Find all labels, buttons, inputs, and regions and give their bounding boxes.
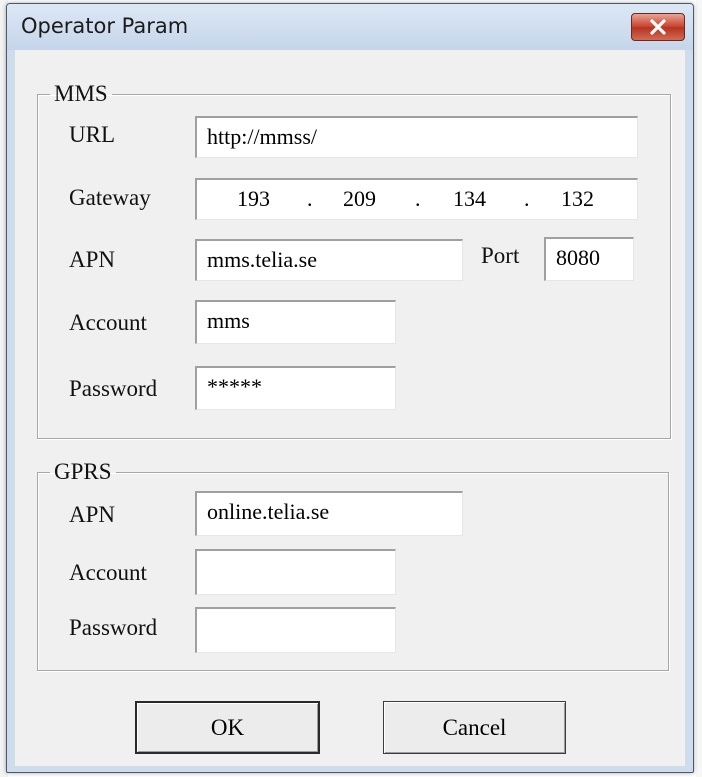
mms-apn-input[interactable]: mms.telia.se — [195, 239, 463, 281]
mms-account-label: Account — [69, 310, 147, 335]
close-button[interactable] — [631, 13, 685, 41]
gprs-group-legend: GPRS — [54, 459, 112, 484]
ok-button[interactable]: OK — [135, 701, 320, 754]
gprs-apn-label: APN — [69, 502, 116, 527]
operator-param-dialog: Operator Param MMS URL http://mmss/ Gate… — [6, 3, 694, 773]
gateway-dot-2: . — [415, 186, 421, 211]
cancel-button[interactable]: Cancel — [383, 701, 566, 754]
dialog-client-area: MMS URL http://mmss/ Gateway 193 . 209 .… — [15, 50, 685, 766]
mms-gateway-label: Gateway — [69, 185, 151, 210]
gprs-account-label: Account — [69, 560, 147, 585]
mms-group-legend: MMS — [54, 81, 108, 106]
mms-gateway-ip-input[interactable]: 193 . 209 . 134 . 132 — [195, 178, 638, 220]
gateway-octet-2[interactable]: 209 — [343, 180, 376, 218]
title-bar[interactable]: Operator Param — [7, 4, 693, 50]
mms-account-input[interactable]: mms — [195, 300, 396, 344]
mms-apn-label: APN — [69, 247, 116, 272]
gateway-octet-4[interactable]: 132 — [561, 180, 594, 218]
window-title: Operator Param — [21, 14, 189, 38]
gateway-dot-1: . — [307, 186, 313, 211]
mms-port-label: Port — [481, 243, 520, 268]
mms-url-input[interactable]: http://mmss/ — [195, 116, 638, 158]
mms-password-input[interactable]: ***** — [195, 366, 396, 410]
mms-url-label: URL — [69, 122, 115, 147]
gprs-password-input[interactable] — [195, 607, 396, 653]
gprs-apn-input[interactable]: online.telia.se — [195, 491, 463, 536]
mms-port-input[interactable]: 8080 — [544, 237, 634, 281]
mms-password-label: Password — [69, 376, 158, 401]
gateway-octet-3[interactable]: 134 — [453, 180, 486, 218]
close-icon — [650, 19, 666, 35]
gateway-octet-1[interactable]: 193 — [237, 180, 270, 218]
background-app-edge-right — [696, 0, 702, 777]
gprs-account-input[interactable] — [195, 549, 396, 595]
gprs-password-label: Password — [69, 615, 158, 640]
gateway-dot-3: . — [524, 186, 530, 211]
